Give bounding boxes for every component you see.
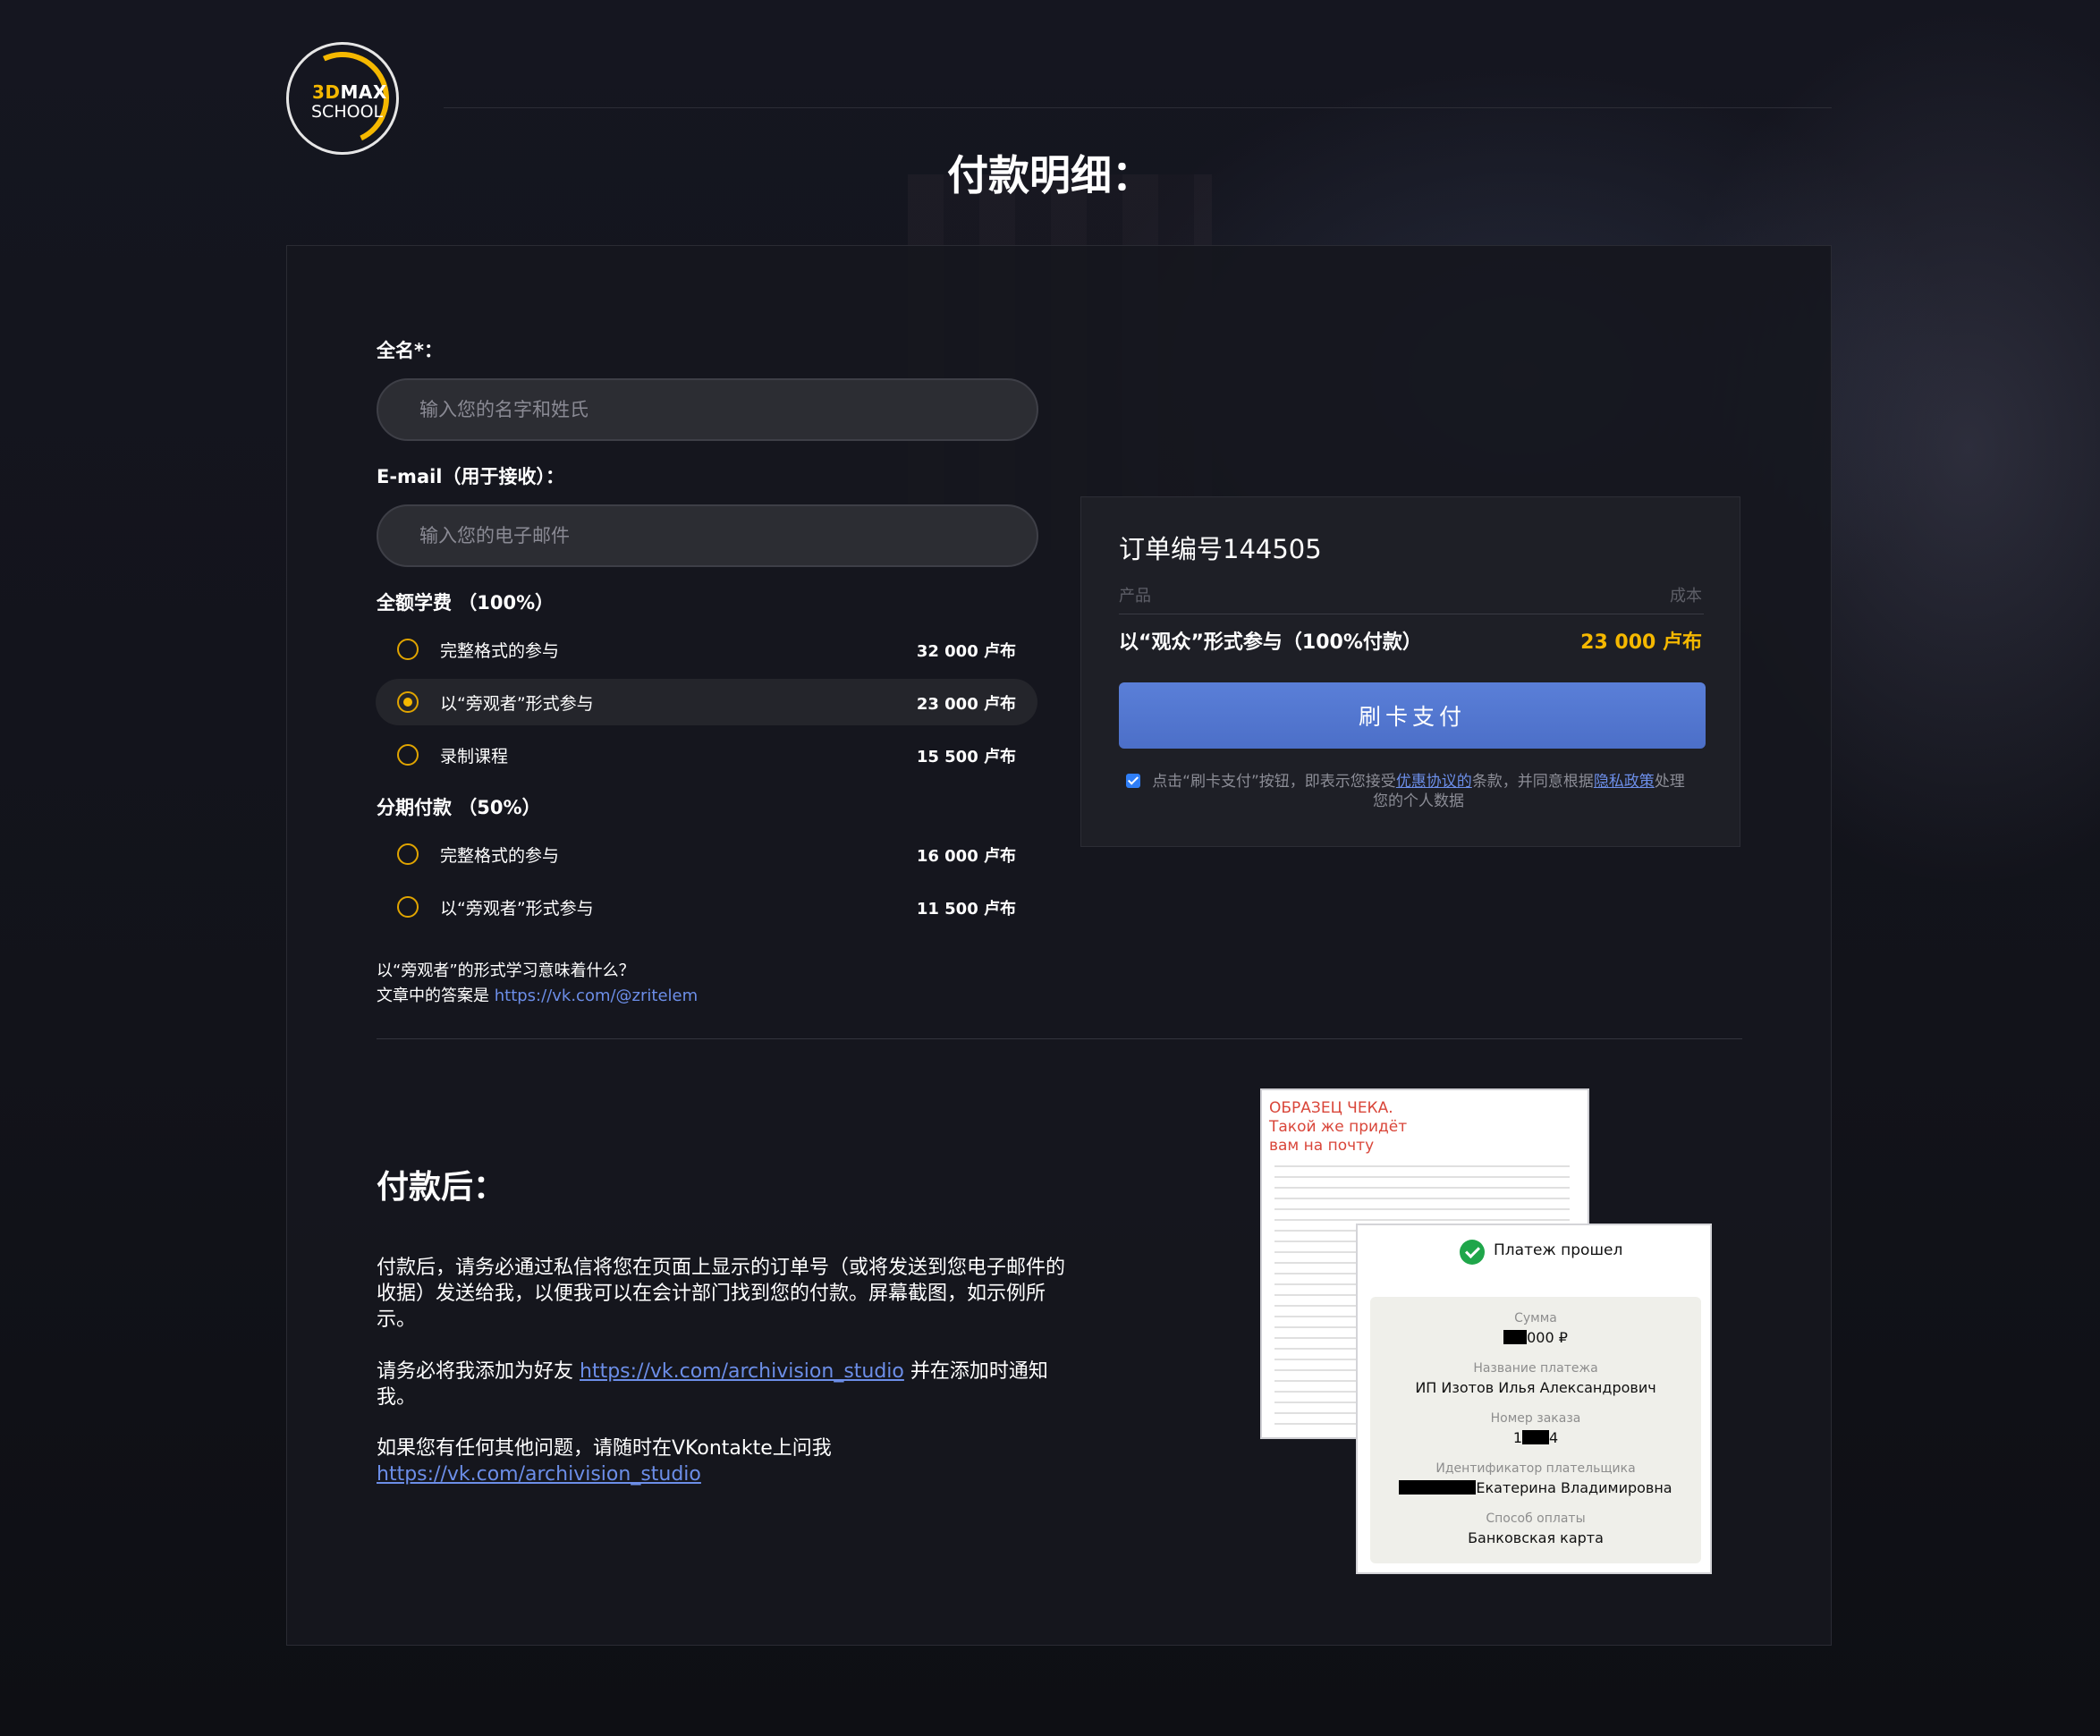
order-product: 以“观众”形式参与（100%付款） (1119, 631, 1422, 654)
sum-caption: Сумма (1514, 1311, 1557, 1325)
redaction-block (1399, 1480, 1477, 1495)
receipt-caption-line: вам на почту (1269, 1137, 1375, 1155)
option-price: 16 000 卢布 (916, 847, 1016, 866)
redaction-block (1503, 1330, 1528, 1344)
payment-success-image: Платеж прошел Сумма 000 ₽ Название плате… (1356, 1224, 1712, 1574)
check-circle-icon (1460, 1240, 1485, 1265)
consent-text: 点击“刷卡支付”按钮，即表示您接受优惠协议的条款，并同意根据隐私政策处理您的个人… (1146, 772, 1691, 811)
radio-icon[interactable] (397, 639, 419, 660)
option-install-observer[interactable]: 以“旁观者”形式参与 11 500 卢布 (376, 884, 1037, 930)
order-summary: 订单编号144505 产品 成本 以“观众”形式参与（100%付款） 23 00… (1080, 496, 1740, 847)
header-divider (444, 107, 1832, 108)
radio-selected-icon[interactable] (397, 691, 419, 713)
payer-value: Екатерина Владимировна (1370, 1479, 1701, 1496)
observer-answer: 文章中的答案是 https://vk.com/@zritelem (377, 983, 698, 1006)
paragraph-text: 如果您有任何其他问题，请随时在VKontakte上问我 (377, 1437, 832, 1460)
order-price: 23 000 卢布 (1580, 631, 1702, 654)
after-payment-title: 付款后： (377, 1169, 506, 1206)
payment-status: Платеж прошел (1494, 1241, 1623, 1259)
method-value: Банковская карта (1468, 1529, 1604, 1546)
observer-article-link[interactable]: https://vk.com/@zritelem (495, 987, 698, 1005)
observer-question: 以“旁观者”的形式学习意味着什么？ (377, 961, 635, 980)
order-text: 1 (1512, 1429, 1522, 1446)
receipt-sample-caption: ОБРАЗЕЦ ЧЕКА. Такой же придёт вам на поч… (1269, 1099, 1407, 1156)
school-logo[interactable]: 3DMAX SCHOOL (283, 38, 402, 158)
radio-icon[interactable] (397, 744, 419, 766)
after-paragraph-3: 如果您有任何其他问题，请随时在VKontakte上问我 https://vk.co… (377, 1435, 1083, 1487)
column-product: 产品 (1119, 587, 1151, 605)
installment-title: 分期付款 （50%） (377, 797, 541, 818)
option-price: 15 500 卢布 (916, 748, 1016, 766)
pay-by-card-button[interactable]: 刷卡支付 (1119, 682, 1706, 749)
option-label: 录制课程 (440, 747, 509, 766)
option-price: 32 000 卢布 (916, 642, 1016, 661)
option-price: 23 000 卢布 (916, 695, 1016, 714)
paragraph-text: 请务必将我添加为好友 (377, 1360, 580, 1383)
option-label: 完整格式的参与 (440, 641, 560, 661)
payer-text: Екатерина Владимировна (1476, 1479, 1672, 1496)
privacy-policy-link[interactable]: 隐私政策 (1594, 773, 1655, 791)
order-value: 14 (1370, 1429, 1701, 1446)
page-title: 付款明细： (947, 151, 1153, 199)
payment-details: Сумма 000 ₽ Название платежа ИП Изотов И… (1370, 1297, 1701, 1563)
option-full-complete[interactable]: 完整格式的参与 32 000 卢布 (376, 626, 1037, 673)
after-paragraph-1: 付款后，请务必通过私信将您在页面上显示的订单号（或将发送到您电子邮件的收据）发送… (377, 1257, 1066, 1331)
option-label: 以“旁观者”形式参与 (440, 899, 594, 919)
logo-text-bottom: SCHOOL (311, 102, 384, 122)
radio-icon[interactable] (397, 843, 419, 865)
option-price: 11 500 卢布 (916, 900, 1016, 919)
vk-contact-link[interactable]: https://vk.com/archivision_studio (377, 1463, 701, 1486)
receipt-caption-line: ОБРАЗЕЦ ЧЕКА. (1269, 1099, 1393, 1117)
consent-part: 点击“刷卡支付”按钮，即表示您接受 (1152, 773, 1396, 791)
name-label: 全名*： (377, 340, 443, 361)
payer-caption: Идентификатор плательщика (1435, 1461, 1636, 1476)
vk-friend-link[interactable]: https://vk.com/archivision_studio (580, 1360, 904, 1383)
option-full-observer[interactable]: 以“旁观者”形式参与 23 000 卢布 (376, 679, 1037, 725)
email-input[interactable] (377, 504, 1038, 567)
email-label: E-mail（用于接收）： (377, 466, 565, 487)
order-caption: Номер заказа (1490, 1411, 1581, 1426)
sum-value: 000 ₽ (1370, 1329, 1701, 1346)
observer-answer-text: 文章中的答案是 (377, 987, 495, 1005)
logo-text-top: 3DMAX (312, 81, 387, 103)
sum-text: 000 ₽ (1527, 1329, 1568, 1346)
after-paragraph-2: 请务必将我添加为好友 https://vk.com/archivision_st… (377, 1359, 1083, 1410)
full-payment-title: 全额学费 （100%） (377, 592, 555, 614)
receipt-caption-line: Такой же придёт (1269, 1118, 1408, 1136)
column-cost: 成本 (1670, 587, 1702, 605)
name-input[interactable] (377, 378, 1038, 441)
option-install-complete[interactable]: 完整格式的参与 16 000 卢布 (376, 831, 1037, 877)
name-caption: Название платежа (1473, 1361, 1598, 1376)
name-value: ИП Изотов Илья Александрович (1415, 1379, 1656, 1396)
order-number: 订单编号144505 (1119, 534, 1322, 564)
option-label: 以“旁观者”形式参与 (440, 694, 594, 714)
option-label: 完整格式的参与 (440, 846, 560, 866)
order-text: 4 (1549, 1429, 1559, 1446)
section-divider (377, 1038, 1742, 1039)
radio-icon[interactable] (397, 896, 419, 918)
consent-part: 条款，并同意根据 (1471, 773, 1594, 791)
consent-checkbox[interactable] (1126, 774, 1140, 788)
redaction-block (1522, 1430, 1549, 1444)
option-full-recorded[interactable]: 录制课程 15 500 卢布 (376, 732, 1037, 778)
offer-agreement-link[interactable]: 优惠协议的 (1396, 773, 1472, 791)
method-caption: Способ оплаты (1486, 1512, 1586, 1526)
